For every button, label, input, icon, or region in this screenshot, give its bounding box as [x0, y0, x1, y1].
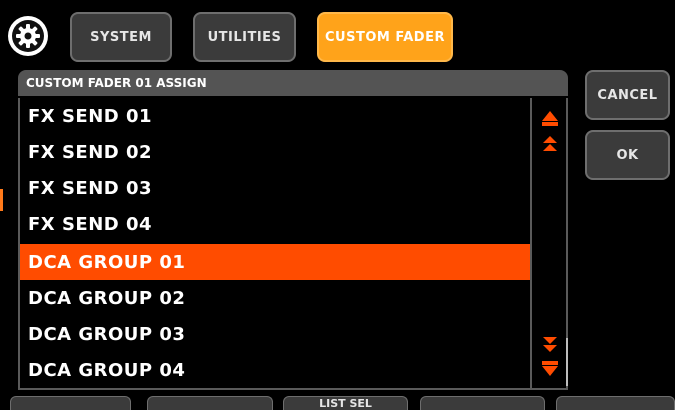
tab-system[interactable]: SYSTEM	[70, 12, 172, 62]
cancel-button[interactable]: CANCEL	[585, 70, 670, 120]
tab-custom-fader[interactable]: CUSTOM FADER	[317, 12, 453, 62]
list-item[interactable]: DCA GROUP 02	[20, 280, 530, 316]
list-item[interactable]: FX SEND 04	[20, 206, 530, 242]
list-item-selected[interactable]: DCA GROUP 01	[20, 244, 530, 280]
list-item[interactable]: FX SEND 03	[20, 170, 530, 206]
edge-indicator	[0, 189, 3, 211]
tab-utilities[interactable]: UTILITIES	[193, 12, 296, 62]
list-item[interactable]: DCA GROUP 04	[20, 352, 530, 388]
list-item[interactable]: FX SEND 01	[20, 98, 530, 134]
list-item[interactable]: FX SEND 02	[20, 134, 530, 170]
list-item[interactable]: DCA GROUP 03	[20, 316, 530, 352]
softkey-4[interactable]	[420, 396, 545, 410]
softkey-2[interactable]	[147, 396, 273, 410]
gear-icon	[12, 20, 44, 52]
scroll-up-icon[interactable]	[540, 109, 560, 127]
page-down-icon[interactable]	[540, 334, 560, 354]
page-up-icon[interactable]	[540, 134, 560, 154]
assign-list[interactable]: FX SEND 01 FX SEND 02 FX SEND 03 FX SEND…	[20, 98, 530, 388]
softkey-list-sel[interactable]: LIST SEL	[283, 396, 408, 410]
ok-button[interactable]: OK	[585, 130, 670, 180]
settings-button[interactable]	[8, 16, 48, 56]
softkey-5[interactable]	[556, 396, 675, 410]
scroll-thumb[interactable]	[566, 338, 568, 386]
scroll-down-icon[interactable]	[540, 360, 560, 378]
panel-title: CUSTOM FADER 01 ASSIGN	[18, 70, 568, 96]
softkey-1[interactable]	[10, 396, 131, 410]
scrollbar[interactable]	[530, 98, 568, 388]
assign-list-frame: FX SEND 01 FX SEND 02 FX SEND 03 FX SEND…	[18, 98, 568, 390]
